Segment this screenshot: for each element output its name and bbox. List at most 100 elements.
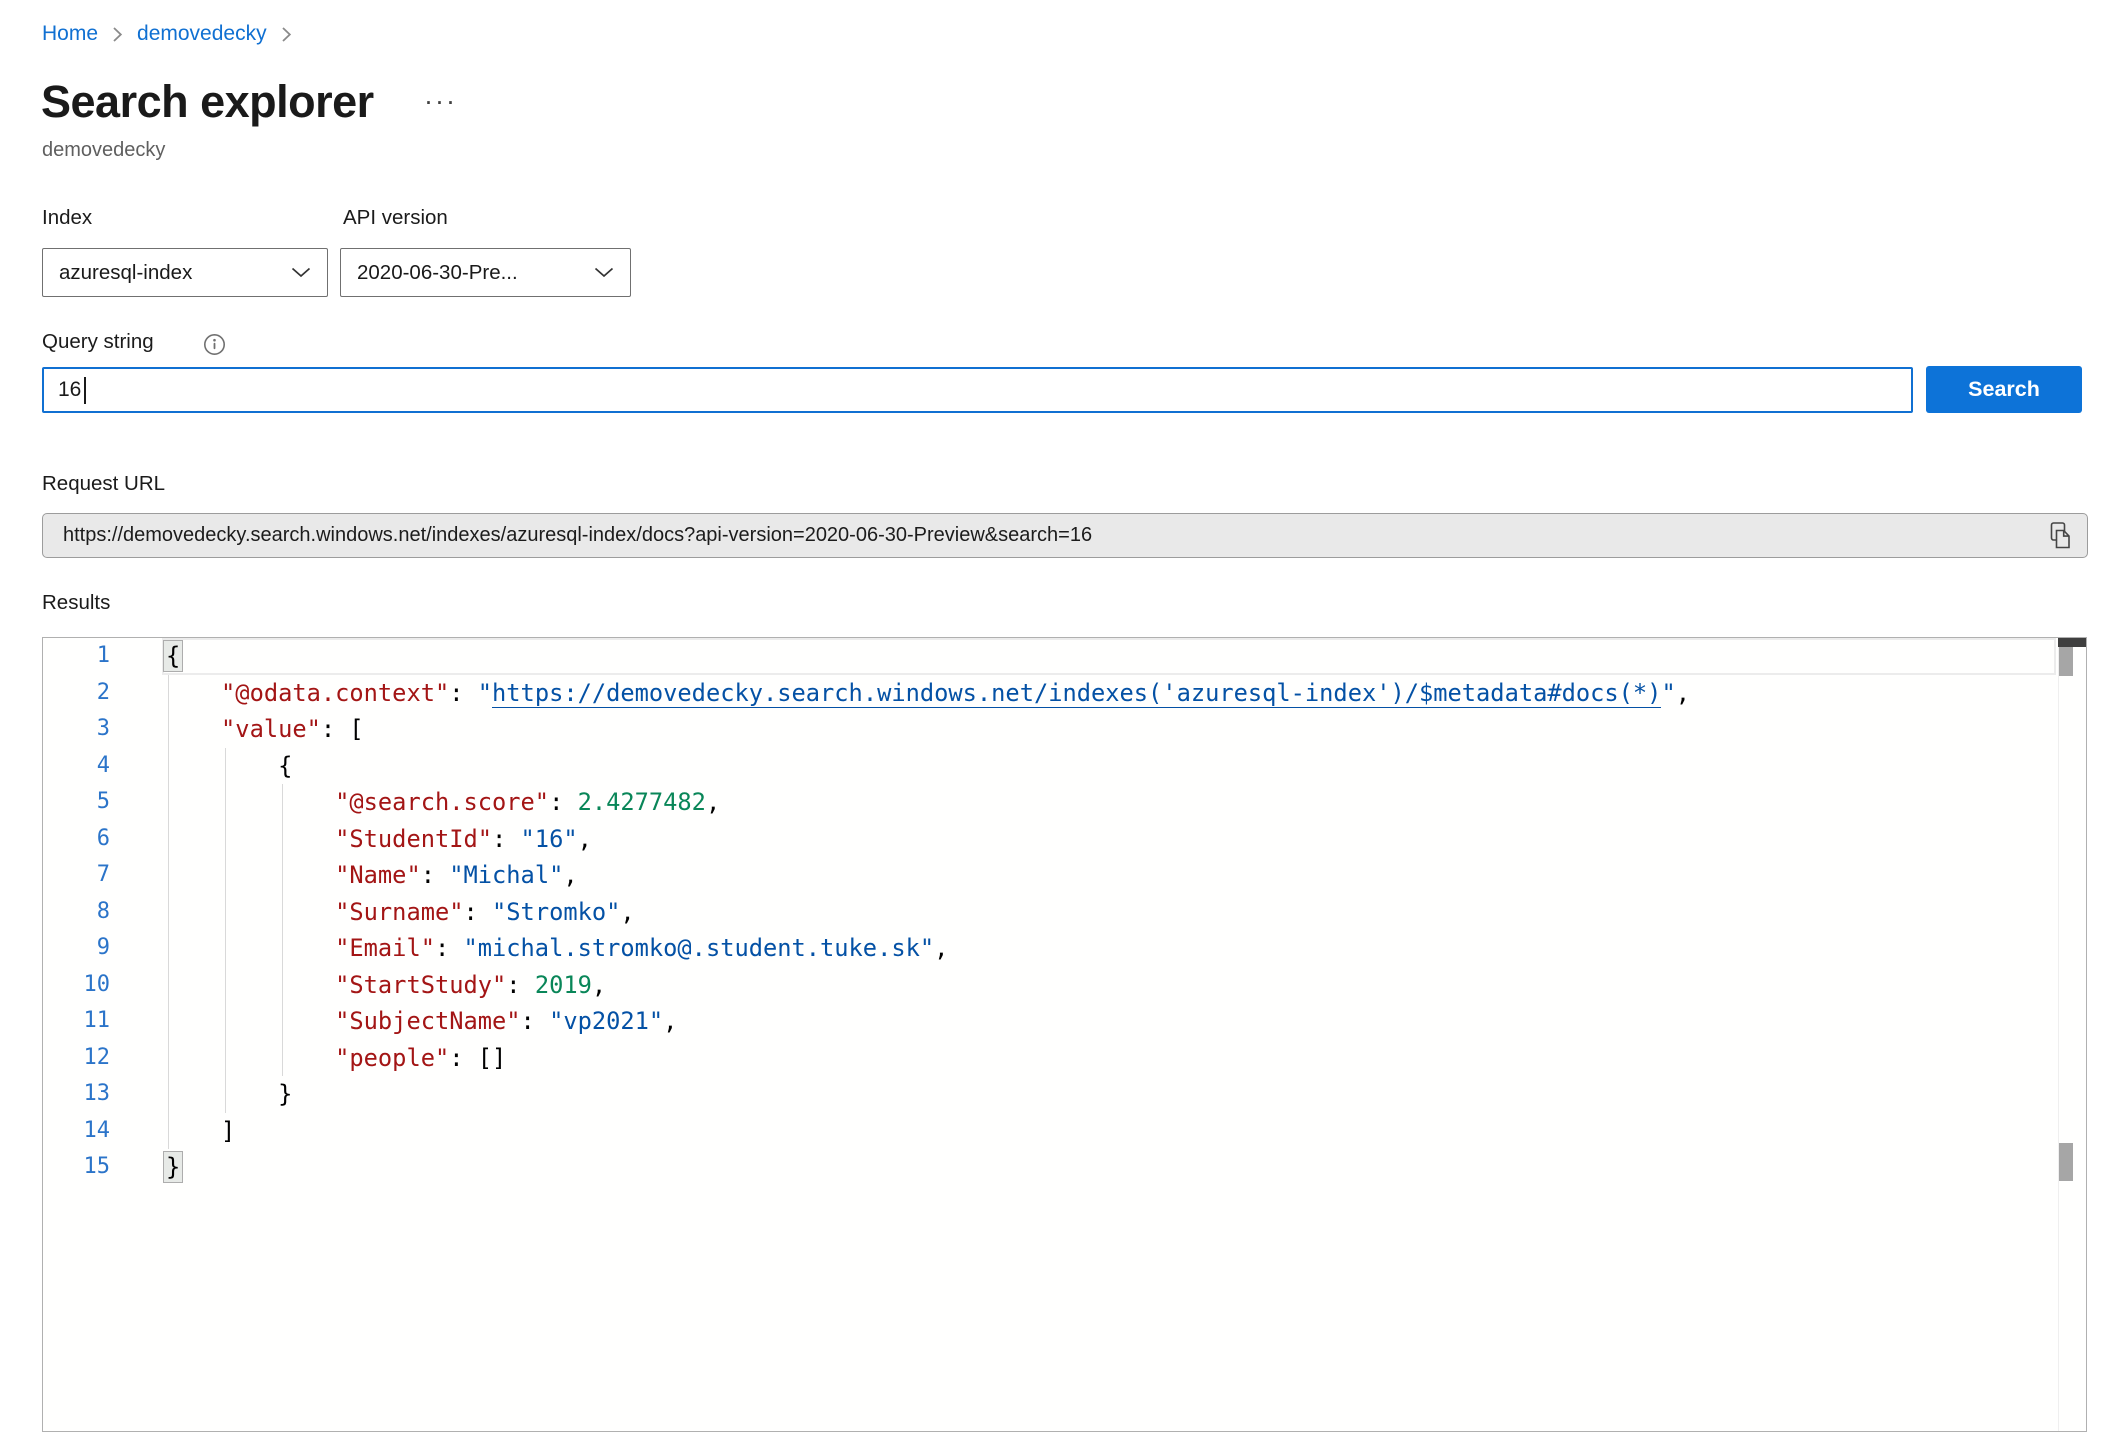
code-line-content: ] <box>164 1113 235 1150</box>
code-line-content: } <box>164 1149 182 1186</box>
overview-ruler-cursor-mark <box>2058 638 2086 647</box>
more-options-button[interactable]: ··· <box>424 86 457 117</box>
line-number: 7 <box>43 857 110 894</box>
code-token: "value" <box>221 715 321 743</box>
line-number: 11 <box>43 1003 110 1040</box>
line-number: 10 <box>43 967 110 1004</box>
odata-context-link[interactable]: https://demovedecky.search.windows.net/i… <box>492 679 1661 708</box>
line-number: 9 <box>43 930 110 967</box>
line-number: 1 <box>43 638 110 675</box>
code-token: } <box>164 1080 292 1108</box>
code-token <box>164 971 335 999</box>
code-token <box>164 861 335 889</box>
code-token: : [ <box>321 715 364 743</box>
overview-ruler-bracket-mark <box>2059 1143 2073 1181</box>
code-token: "@search.score" <box>335 788 549 816</box>
query-string-label: Query string <box>42 330 154 354</box>
code-line-content: "StartStudy": 2019, <box>164 967 606 1004</box>
code-token: "Name" <box>335 861 421 889</box>
line-number: 12 <box>43 1040 110 1077</box>
copy-icon[interactable] <box>2048 521 2073 550</box>
code-line: 3 "value": [ <box>43 711 2086 748</box>
chevron-down-icon <box>594 267 614 278</box>
info-icon[interactable] <box>203 333 226 361</box>
code-token: : <box>521 1007 550 1035</box>
api-version-dropdown[interactable]: 2020-06-30-Pre... <box>340 248 631 297</box>
code-token: "michal.stromko@.student.tuke.sk" <box>464 934 935 962</box>
code-token: "SubjectName" <box>335 1007 520 1035</box>
code-line-content: "Email": "michal.stromko@.student.tuke.s… <box>164 930 948 967</box>
code-token: , <box>934 934 948 962</box>
code-line-content: "StudentId": "16", <box>164 821 592 858</box>
code-line: 13 } <box>43 1076 2086 1113</box>
code-line-content: "@search.score": 2.4277482, <box>164 784 720 821</box>
code-token: { <box>164 752 292 780</box>
breadcrumb-item-home[interactable]: Home <box>42 22 98 46</box>
code-line: 7 "Name": "Michal", <box>43 857 2086 894</box>
code-token: : <box>549 788 578 816</box>
search-explorer-page: Home demovedecky Search explorer ··· dem… <box>0 0 2102 1436</box>
search-button[interactable]: Search <box>1926 366 2082 413</box>
chevron-down-icon <box>291 267 311 278</box>
code-token <box>164 788 335 816</box>
line-number: 5 <box>43 784 110 821</box>
code-line-content: "Surname": "Stromko", <box>164 894 635 931</box>
code-token: , <box>706 788 720 816</box>
code-line: 9 "Email": "michal.stromko@.student.tuke… <box>43 930 2086 967</box>
current-line-highlight <box>162 638 2056 675</box>
request-url-label: Request URL <box>42 472 165 496</box>
code-token: 2019 <box>535 971 592 999</box>
code-line: 5 "@search.score": 2.4277482, <box>43 784 2086 821</box>
code-line-content: { <box>164 638 182 675</box>
line-number: 14 <box>43 1113 110 1150</box>
results-label: Results <box>42 591 110 615</box>
breadcrumb-chevron-icon <box>112 26 123 43</box>
code-token: , <box>592 971 606 999</box>
code-token: " <box>478 679 492 707</box>
code-line-content: "@odata.context": "https://demovedecky.s… <box>164 675 1690 712</box>
code-token: " <box>1661 679 1675 707</box>
code-token: "Michal" <box>449 861 563 889</box>
code-token: "vp2021" <box>549 1007 663 1035</box>
scrollbar-thumb[interactable] <box>2059 647 2073 676</box>
code-token: "16" <box>521 825 578 853</box>
code-line: 14 ] <box>43 1113 2086 1150</box>
code-token <box>164 1044 335 1072</box>
code-line: 1{ <box>43 638 2086 675</box>
scrollbar-track[interactable] <box>2058 638 2059 1431</box>
line-number: 13 <box>43 1076 110 1113</box>
code-token: "Stromko" <box>492 898 620 926</box>
index-label: Index <box>42 206 92 230</box>
index-dropdown-value: azuresql-index <box>59 261 192 285</box>
code-token: { <box>164 641 182 671</box>
index-dropdown[interactable]: azuresql-index <box>42 248 328 297</box>
results-editor[interactable]: 1{2 "@odata.context": "https://demovedec… <box>42 637 2087 1432</box>
code-token: ] <box>164 1117 235 1145</box>
breadcrumb-item-demovedecky[interactable]: demovedecky <box>137 22 267 46</box>
code-line: 11 "SubjectName": "vp2021", <box>43 1003 2086 1040</box>
code-token: : <box>492 825 521 853</box>
code-token: : [] <box>449 1044 506 1072</box>
code-line-content: "people": [] <box>164 1040 506 1077</box>
code-line: 15} <box>43 1149 2086 1186</box>
code-token: : <box>421 861 450 889</box>
request-url-value: https://demovedecky.search.windows.net/i… <box>63 524 2048 547</box>
breadcrumb-chevron-icon <box>281 26 292 43</box>
code-token: : <box>506 971 535 999</box>
code-token: : <box>449 679 478 707</box>
code-token: 2.4277482 <box>578 788 706 816</box>
code-line-content: "Name": "Michal", <box>164 857 578 894</box>
text-caret <box>84 377 86 404</box>
code-line-content: "value": [ <box>164 711 364 748</box>
api-version-label: API version <box>343 206 448 230</box>
query-string-input[interactable] <box>42 367 1913 413</box>
code-token: "StudentId" <box>335 825 492 853</box>
code-line: 10 "StartStudy": 2019, <box>43 967 2086 1004</box>
results-code: 1{2 "@odata.context": "https://demovedec… <box>43 638 2086 1186</box>
code-line: 8 "Surname": "Stromko", <box>43 894 2086 931</box>
line-number: 6 <box>43 821 110 858</box>
code-line-content: } <box>164 1076 292 1113</box>
page-title: Search explorer <box>41 76 374 128</box>
code-line: 6 "StudentId": "16", <box>43 821 2086 858</box>
code-token: : <box>464 898 493 926</box>
